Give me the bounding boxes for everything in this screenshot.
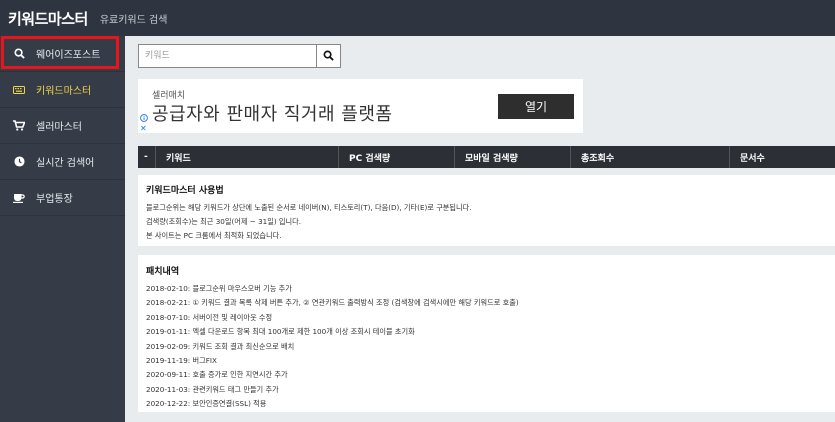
search-icon bbox=[12, 48, 26, 59]
keyboard-icon bbox=[12, 85, 26, 94]
sidebar-item-keywordmaster[interactable]: 키워드마스터 bbox=[0, 72, 125, 108]
col-doc-count[interactable]: 문서수 bbox=[729, 146, 835, 168]
col-total-views[interactable]: 총조회수 bbox=[570, 146, 729, 168]
patch-line: 2018-02-21: ① 키워드 결과 목록 삭제 버튼 추가, ② 연관키워… bbox=[146, 298, 519, 308]
col-pc-volume[interactable]: PC 검색량 bbox=[338, 146, 454, 168]
sidebar-item-label: 셀러마스터 bbox=[36, 122, 82, 133]
howto-line: 검색량(조회수)는 최근 30일(어제 ~ 31일) 입니다. bbox=[146, 217, 302, 226]
howto-panel: 키워드마스터 사용법 블로그순위는 해당 키워드가 상단에 노출된 순서로 네이… bbox=[138, 175, 835, 246]
col-keyword[interactable]: 키워드 bbox=[155, 146, 338, 168]
top-bar: 키워드마스터 유료키워드 검색 bbox=[0, 0, 835, 36]
howto-line: 본 사이트는 PC 크롬에서 최적화 되었습니다. bbox=[146, 231, 282, 240]
col-select[interactable]: - bbox=[138, 146, 155, 168]
sidebar: 웨어이즈포스트 키워드마스터 셀러마스터 실시간 검색어 부업통장 bbox=[0, 36, 125, 422]
howto-title: 키워드마스터 사용법 bbox=[146, 186, 224, 196]
sidebar-item-label: 웨어이즈포스트 bbox=[36, 50, 101, 61]
ad-info-icon[interactable]: ✕ bbox=[140, 114, 148, 133]
patch-line: 2019-11-19: 버그FIX bbox=[146, 355, 217, 365]
ad-close-icon[interactable]: ✕ bbox=[140, 124, 147, 133]
search-input[interactable] bbox=[138, 44, 316, 68]
coffee-icon bbox=[12, 193, 26, 203]
ad-banner[interactable]: 셀러매치 공급자와 판매자 직거래 플랫폼 열기 ✕ bbox=[138, 79, 583, 133]
patch-line: 2020-12-22: 보안인증연결(SSL) 적용 bbox=[146, 399, 267, 409]
patch-line: 2020-09-11: 호출 증가로 인한 지연시간 추가 bbox=[146, 370, 288, 380]
app-subtitle: 유료키워드 검색 bbox=[99, 14, 168, 26]
patch-line: 2018-07-10: 서버이전 및 레이아웃 수정 bbox=[146, 312, 273, 322]
search-icon bbox=[323, 49, 334, 64]
sidebar-item-realtime-search[interactable]: 실시간 검색어 bbox=[0, 144, 125, 180]
sidebar-item-label: 부업통장 bbox=[36, 194, 73, 205]
sidebar-item-sellermaster[interactable]: 셀러마스터 bbox=[0, 108, 125, 144]
ad-open-button[interactable]: 열기 bbox=[498, 94, 574, 119]
sidebar-item-whereispost[interactable]: 웨어이즈포스트 bbox=[0, 36, 125, 72]
search-bar bbox=[138, 44, 341, 68]
ad-title[interactable]: 공급자와 판매자 직거래 플랫폼 bbox=[152, 100, 392, 126]
patch-line: 2018-02-10: 블로그순위 마우스오버 기능 추가 bbox=[146, 284, 292, 293]
patch-notes-panel: 패치내역 2018-02-10: 블로그순위 마우스오버 기능 추가 2018-… bbox=[138, 255, 835, 412]
howto-line: 블로그순위는 해당 키워드가 상단에 노출된 순서로 네이버(N), 티스토리(… bbox=[146, 203, 472, 212]
sidebar-item-label: 실시간 검색어 bbox=[36, 158, 95, 169]
patch-line: 2020-11-03: 관련키워드 태그 만들기 추가 bbox=[146, 384, 279, 394]
results-table-header: - 키워드 PC 검색량 모바일 검색량 총조회수 문서수 bbox=[138, 146, 835, 168]
clock-icon bbox=[12, 156, 26, 167]
cart-icon bbox=[12, 120, 26, 131]
patch-line: 2019-01-11: 엑셀 다운로드 항목 최대 100개로 제한 100개 … bbox=[146, 327, 415, 337]
main-content: 셀러매치 공급자와 판매자 직거래 플랫폼 열기 ✕ - 키워드 PC 검색량 … bbox=[125, 36, 835, 422]
sidebar-item-side-job[interactable]: 부업통장 bbox=[0, 180, 125, 216]
patch-line: 2019-02-09: 키워드 조회 결과 최신순으로 배치 bbox=[146, 341, 295, 351]
patch-title: 패치내역 bbox=[146, 267, 180, 277]
app-title[interactable]: 키워드마스터 bbox=[0, 8, 88, 29]
sidebar-item-label: 키워드마스터 bbox=[36, 86, 92, 97]
col-mobile-volume[interactable]: 모바일 검색량 bbox=[454, 146, 570, 168]
search-button[interactable] bbox=[316, 44, 341, 68]
